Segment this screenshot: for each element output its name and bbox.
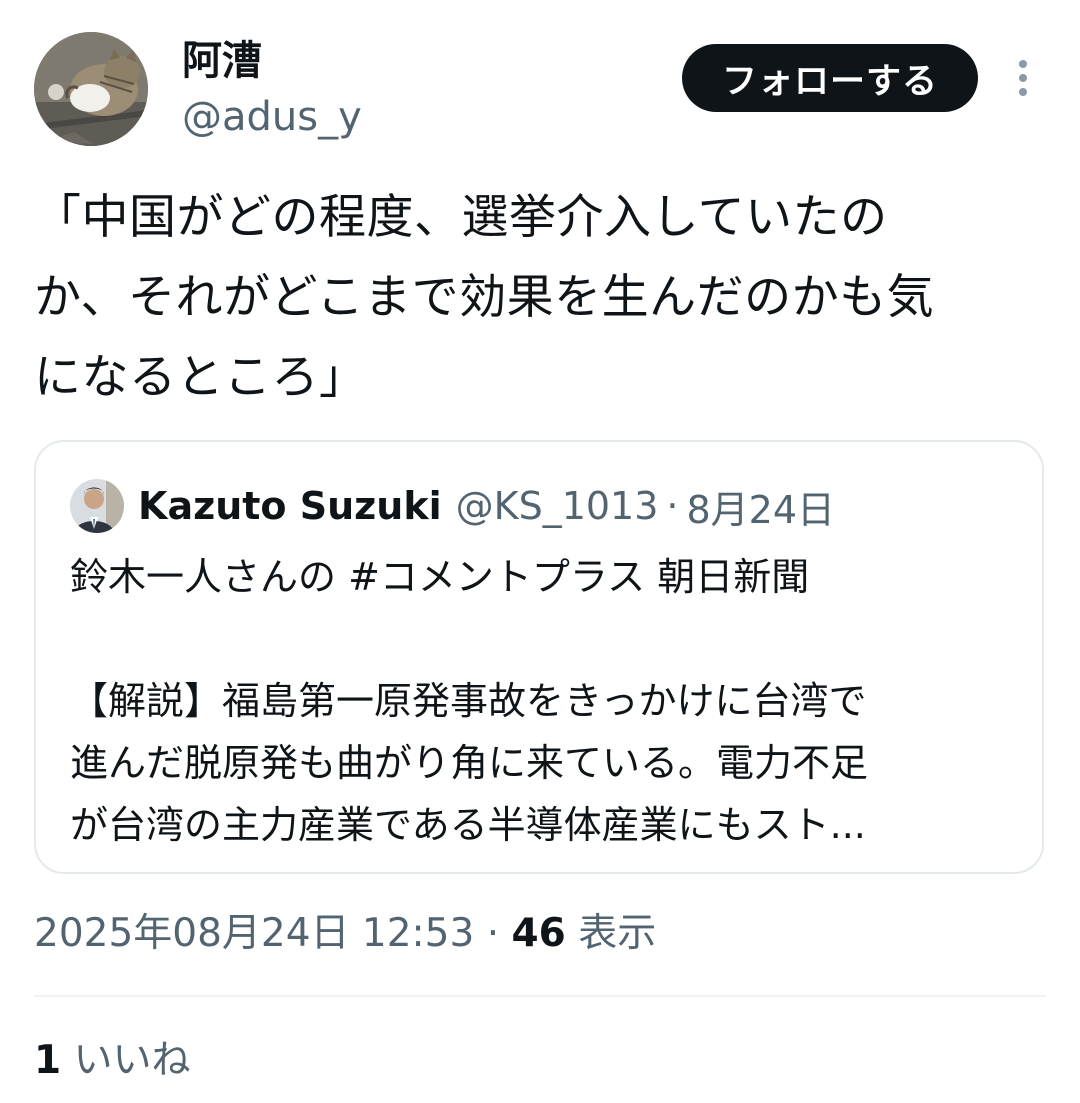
quoted-text-line: 進んだ脱原発も曲がり角に来ている。電力不足 [70,741,869,785]
tweet-meta-row: 2025年08月24日 12:53 · 46 表示 [34,906,656,962]
quoted-text-line: 鈴木一人さんの #コメントプラス 朝日新聞 [70,555,810,599]
quoted-tweet-text: 鈴木一人さんの #コメントプラス 朝日新聞 【解説】福島第一原発事故をきっかけに… [70,546,1020,856]
quoted-text-line: 【解説】福島第一原発事故をきっかけに台湾で [70,679,867,723]
author-display-name[interactable]: 阿漕 [182,38,362,84]
tweet-timestamp[interactable]: 2025年08月24日 12:53 [34,911,474,956]
meta-separator: · [486,911,500,956]
quoted-text-blank-line [70,608,1020,670]
tweet-header: 阿漕 @adus_y フォローする [34,32,1046,148]
author-avatar[interactable] [34,32,148,146]
quoted-author-avatar[interactable] [70,479,124,533]
more-options-button[interactable] [1006,56,1040,100]
quoted-tweet-card[interactable]: Kazuto Suzuki @KS_1013 · 8月24日 鈴木一人さんの #… [34,440,1044,874]
divider [34,995,1046,997]
more-vertical-icon [1019,60,1027,96]
quoted-date[interactable]: 8月24日 [687,479,836,534]
author-handle[interactable]: @adus_y [182,92,362,142]
tweet-text-line: か、それがどこまで効果を生んだのかも気 [34,270,935,325]
quoted-tweet-header: Kazuto Suzuki @KS_1013 · 8月24日 [70,478,835,534]
likes-count: 1 [34,1038,62,1083]
person-photo-icon [70,479,124,533]
cat-photo-icon [34,32,148,146]
follow-button[interactable]: フォローする [682,44,978,112]
quoted-author-name[interactable]: Kazuto Suzuki [138,484,442,528]
tweet-text: 「中国がどの程度、選挙介入していたの か、それがどこまで効果を生んだのかも気 に… [34,178,1050,418]
quoted-text-line: が台湾の主力産業である半導体産業にもスト... [70,803,866,847]
quoted-author-handle[interactable]: @KS_1013 [456,484,659,528]
views-label: 表示 [578,911,657,956]
views-count: 46 [511,911,566,956]
tweet-text-line: 「中国がどの程度、選挙介入していたの [34,190,888,245]
likes-label: いいね [73,1038,191,1083]
quoted-meta-separator: · [666,484,679,528]
author-names: 阿漕 @adus_y [182,38,362,142]
tweet-text-line: になるところ」 [34,350,367,405]
likes-row[interactable]: 1 いいね [34,1034,191,1088]
